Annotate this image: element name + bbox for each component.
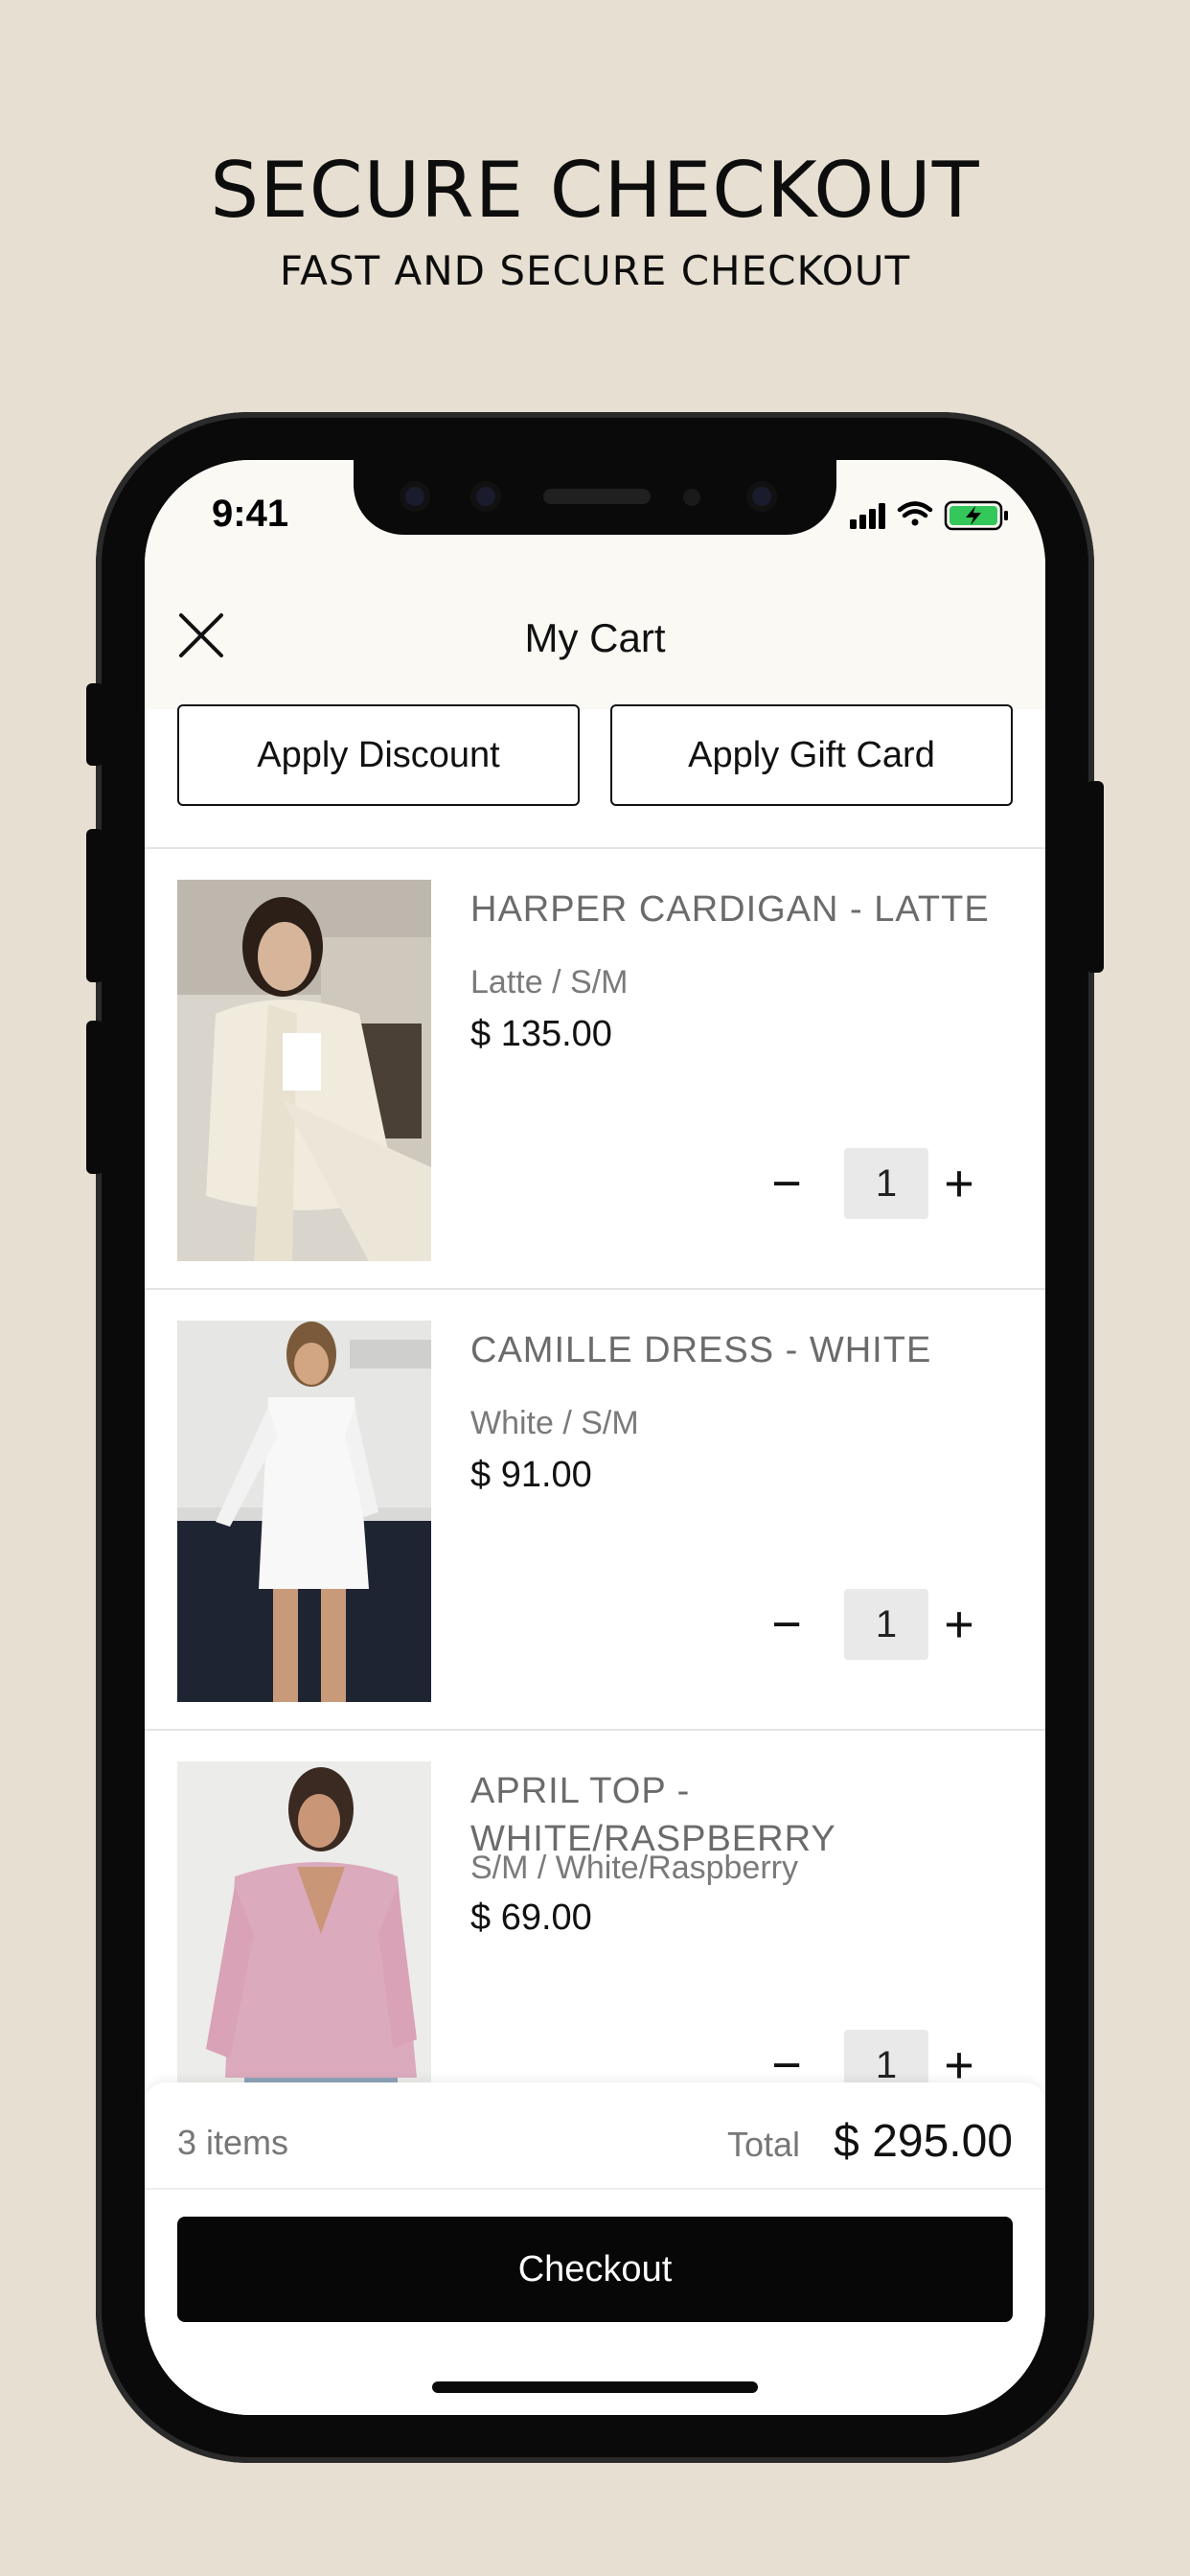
phone-volume-down xyxy=(86,1021,103,1174)
phone-screen: 9:41 My Cart Apply Discount Apply Gift C… xyxy=(145,460,1045,2415)
quantity-value: 1 xyxy=(844,1148,928,1219)
total-label: Total xyxy=(726,2125,800,2164)
battery-charging-icon xyxy=(944,500,1008,531)
home-indicator[interactable] xyxy=(432,2381,758,2393)
phone-volume-up xyxy=(86,829,103,982)
signal-icon xyxy=(850,503,885,529)
decrease-quantity-button[interactable]: − xyxy=(758,1148,815,1219)
phone-mute-switch xyxy=(86,683,103,766)
product-variant: Latte / S/M xyxy=(470,964,629,1000)
cart-summary: 3 items Total $ 295.00 Checkout xyxy=(145,2082,1045,2415)
increase-quantity-button[interactable]: + xyxy=(930,1589,988,1660)
cart-item: HARPER CARDIGAN - LATTE Latte / S/M $ 13… xyxy=(145,849,1045,1290)
product-title[interactable]: CAMILLE DRESS - WHITE xyxy=(470,1326,1007,1374)
sensor-icon xyxy=(470,481,501,512)
product-image[interactable] xyxy=(177,880,431,1261)
product-variant: White / S/M xyxy=(470,1405,639,1441)
phone-power-button xyxy=(1087,781,1104,973)
product-price: $ 69.00 xyxy=(470,1898,592,1938)
divider xyxy=(145,2188,1045,2190)
product-title[interactable]: APRIL TOP - WHITE/RASPBERRY xyxy=(470,1767,1007,1863)
page-title: My Cart xyxy=(524,615,666,660)
apply-discount-button[interactable]: Apply Discount xyxy=(177,704,580,806)
cart-item: CAMILLE DRESS - WHITE White / S/M $ 91.0… xyxy=(145,1290,1045,1731)
total-value: $ 295.00 xyxy=(834,2116,1013,2167)
quantity-stepper: − 1 + xyxy=(758,1148,997,1219)
speaker-grille xyxy=(543,489,651,504)
product-price: $ 91.00 xyxy=(470,1455,592,1495)
checkout-button[interactable]: Checkout xyxy=(177,2217,1013,2322)
quantity-stepper: − 1 + xyxy=(758,1589,997,1660)
nav-bar: My Cart xyxy=(145,575,1045,709)
promo-subheadline: FAST AND SECURE CHECKOUT xyxy=(279,247,911,294)
product-title[interactable]: HARPER CARDIGAN - LATTE xyxy=(470,886,1007,933)
product-image[interactable] xyxy=(177,1321,431,1702)
cart-actions: Apply Discount Apply Gift Card xyxy=(177,704,1013,810)
promo-headline: SECURE CHECKOUT xyxy=(210,146,980,235)
notch xyxy=(354,460,836,535)
product-variant: S/M / White/Raspberry xyxy=(470,1850,798,1886)
sensor-icon xyxy=(400,481,430,512)
items-count: 3 items xyxy=(177,2123,289,2162)
decrease-quantity-button[interactable]: − xyxy=(758,1589,815,1660)
increase-quantity-button[interactable]: + xyxy=(930,1148,988,1219)
quantity-value: 1 xyxy=(844,1589,928,1660)
product-price: $ 135.00 xyxy=(470,1014,612,1054)
status-time: 9:41 xyxy=(212,493,289,535)
wifi-icon xyxy=(897,501,933,526)
front-camera-icon xyxy=(746,481,777,512)
status-icons xyxy=(850,500,1008,531)
apply-gift-card-button[interactable]: Apply Gift Card xyxy=(610,704,1013,806)
proximity-sensor xyxy=(683,489,700,506)
